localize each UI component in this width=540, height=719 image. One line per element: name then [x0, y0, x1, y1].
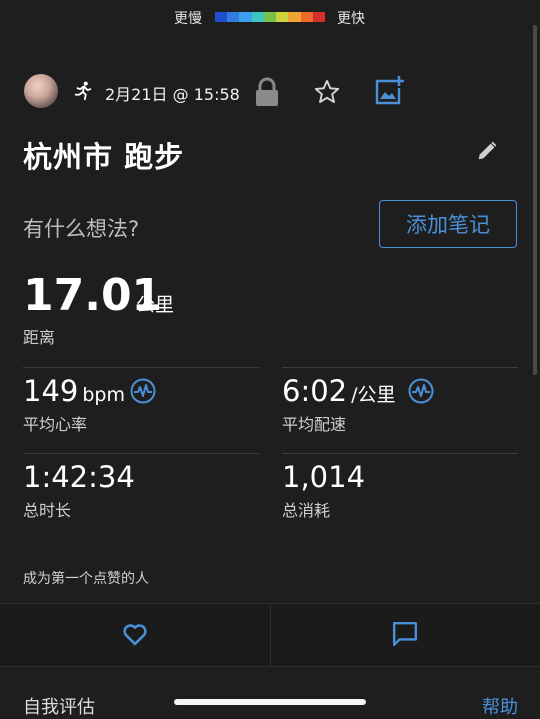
comment-icon[interactable] — [392, 621, 418, 647]
pace-color-segment-2 — [239, 12, 252, 22]
action-divider — [270, 604, 271, 666]
scrollbar[interactable] — [533, 25, 537, 375]
action-bar — [0, 603, 540, 667]
calories-value: 1,014 — [282, 460, 366, 494]
heart-rate-unit: bpm — [82, 384, 125, 406]
divider — [23, 453, 259, 454]
pace-color-segment-8 — [312, 12, 325, 22]
legend-slower-label: 更慢 — [174, 11, 202, 27]
add-note-button[interactable]: 添加笔记 — [379, 200, 517, 248]
pace-color-segment-1 — [227, 12, 240, 22]
pace-color-segment-5 — [276, 12, 289, 22]
heart-rate-stat: 149 bpm — [23, 374, 125, 408]
star-icon[interactable] — [313, 78, 341, 106]
pace-legend: 更慢 更快 — [0, 6, 540, 28]
pace-color-segment-0 — [215, 12, 228, 22]
heart-icon[interactable] — [121, 620, 149, 648]
distance-label: 距离 — [23, 328, 56, 347]
divider — [282, 453, 518, 454]
self-evaluation[interactable]: 自我评估 — [23, 693, 95, 719]
add-photo-icon[interactable] — [373, 74, 405, 106]
pencil-icon[interactable] — [476, 140, 498, 162]
pace-value: 6:02 — [282, 374, 348, 408]
legend-faster-label: 更快 — [337, 11, 365, 27]
divider — [282, 367, 518, 368]
heart-rate-label: 平均心率 — [23, 415, 88, 434]
first-like-text[interactable]: 成为第一个点赞的人 — [23, 568, 149, 588]
lock-icon[interactable] — [254, 77, 280, 107]
pace-color-segment-7 — [300, 12, 313, 22]
help-link[interactable]: 帮助 — [482, 693, 518, 719]
activity-header: 2月21日 @ 15:58 — [24, 72, 524, 110]
pace-color-segment-4 — [263, 12, 277, 22]
pace-color-bar — [215, 12, 325, 22]
divider — [23, 367, 259, 368]
home-indicator[interactable] — [174, 699, 366, 705]
pace-color-segment-3 — [251, 12, 264, 22]
avatar[interactable] — [24, 74, 58, 108]
calories-label: 总消耗 — [282, 501, 331, 520]
pace-label: 平均配速 — [282, 415, 347, 434]
activity-date: 2月21日 @ 15:58 — [105, 85, 240, 104]
heart-rate-icon[interactable] — [130, 378, 156, 404]
pace-unit: /公里 — [351, 384, 396, 406]
pace-stat: 6:02/公里 — [282, 374, 396, 408]
duration-value: 1:42:34 — [23, 460, 135, 494]
duration-label: 总时长 — [23, 501, 72, 520]
thoughts-prompt[interactable]: 有什么想法? — [23, 213, 139, 243]
distance-unit: 公里 — [136, 294, 175, 316]
pace-color-segment-6 — [288, 12, 301, 22]
running-icon — [74, 81, 92, 101]
activity-title: 杭州市 跑步 — [23, 140, 185, 174]
heart-rate-value: 149 — [23, 374, 79, 408]
pace-chart-icon[interactable] — [408, 378, 434, 404]
